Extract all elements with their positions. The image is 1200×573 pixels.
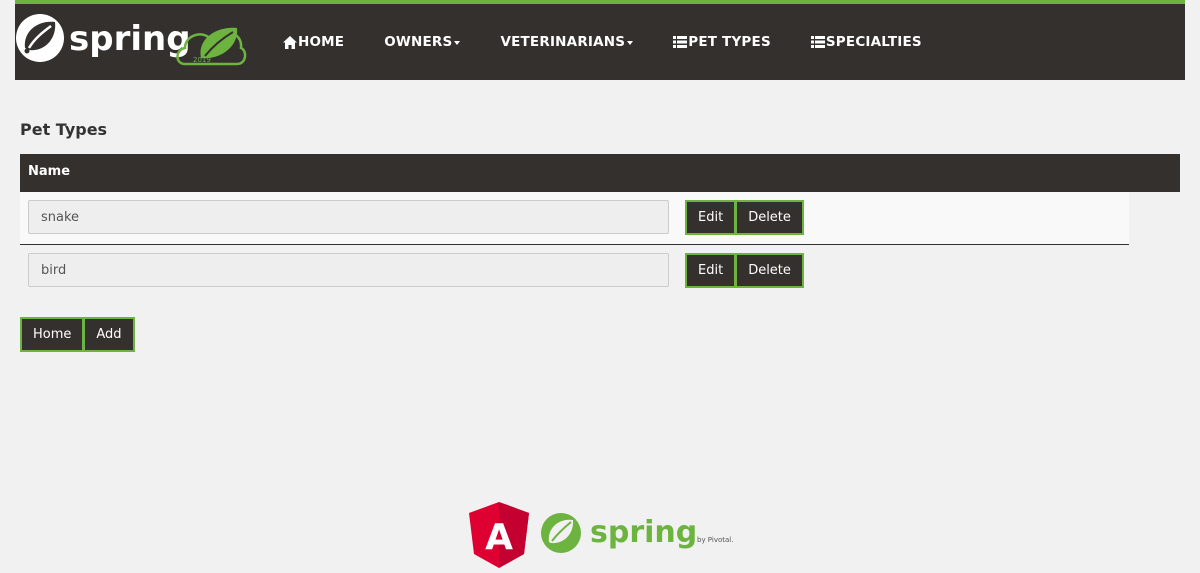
nav-pet-types-label: PET TYPES: [688, 34, 771, 50]
delete-button[interactable]: Delete: [735, 253, 804, 288]
spring-logo[interactable]: spring 2019: [15, 10, 247, 66]
caret-down-icon: [627, 41, 634, 45]
pet-type-name-field[interactable]: [28, 253, 669, 287]
spring-footer-leaf-icon: [541, 513, 581, 553]
delete-button[interactable]: Delete: [735, 200, 804, 235]
angular-logo-icon: A: [469, 502, 529, 568]
page-title: Pet Types: [20, 120, 108, 139]
brand-badge: 2019: [193, 56, 211, 64]
add-button[interactable]: Add: [83, 317, 135, 352]
brand-text: spring: [69, 19, 191, 59]
by-pivotal-text: by Pivotal.: [697, 536, 733, 544]
nav-home[interactable]: HOME: [263, 4, 364, 80]
page-actions: Home Add: [20, 317, 135, 352]
nav-veterinarians-label: VETERINARIANS: [500, 34, 626, 50]
footer-logos: A spring by Pivotal.: [469, 502, 733, 568]
edit-button[interactable]: Edit: [685, 253, 737, 288]
nav-owners[interactable]: OWNERS: [364, 4, 480, 80]
nav-home-label: HOME: [298, 34, 345, 50]
list-icon: [673, 36, 688, 48]
table-row: Edit Delete: [20, 192, 1129, 245]
caret-down-icon: [454, 41, 461, 45]
nav-specialties[interactable]: SPECIALTIES: [791, 4, 942, 80]
edit-button[interactable]: Edit: [685, 200, 737, 235]
nav-veterinarians[interactable]: VETERINARIANS: [480, 4, 653, 80]
nav-specialties-label: SPECIALTIES: [825, 34, 922, 50]
spring-leaf-icon: [16, 14, 64, 62]
table-row: Edit Delete: [20, 245, 1129, 298]
home-button[interactable]: Home: [20, 317, 85, 352]
pet-type-name-field[interactable]: [28, 200, 669, 234]
top-navbar: spring 2019 HOME OWNERS VETERINARIANS PE…: [15, 0, 1185, 80]
main-nav: HOME OWNERS VETERINARIANS PET TYPES SPEC: [263, 4, 942, 80]
list-icon: [810, 36, 825, 48]
home-icon: [283, 35, 297, 49]
table-header-name: Name: [20, 154, 1180, 192]
angular-letter: A: [485, 517, 513, 558]
nav-pet-types[interactable]: PET TYPES: [653, 4, 791, 80]
row-actions: Edit Delete: [685, 200, 804, 235]
row-actions: Edit Delete: [685, 253, 804, 288]
nav-owners-label: OWNERS: [384, 34, 453, 50]
footer-spring-text: spring: [590, 515, 697, 550]
